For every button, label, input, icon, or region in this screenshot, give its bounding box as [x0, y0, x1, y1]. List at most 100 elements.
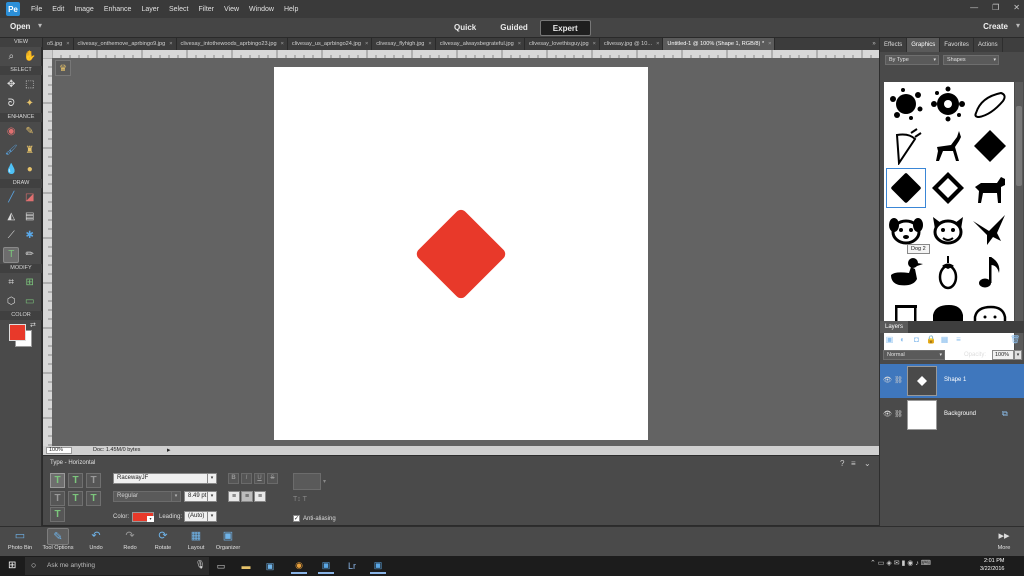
close-icon[interactable]: ×: [169, 38, 172, 50]
file-explorer-icon[interactable]: ▬: [238, 558, 254, 574]
shape-dog-1[interactable]: [970, 168, 1010, 208]
shape-dog-face-2[interactable]: [928, 210, 968, 250]
mode-tab-quick[interactable]: Quick: [442, 20, 488, 36]
visibility-eye-icon[interactable]: 👁: [883, 376, 892, 384]
chevron-down-icon[interactable]: ▾: [147, 516, 154, 522]
shape-duck[interactable]: [886, 252, 926, 292]
paint-bucket-tool-icon[interactable]: ◭: [3, 209, 19, 225]
bold-button[interactable]: B: [228, 473, 239, 484]
zoom-tool-icon[interactable]: ⌕: [3, 49, 19, 65]
doc-tab[interactable]: clivesay_us_aprbingo24.jpg ×: [288, 38, 373, 50]
align-right-icon[interactable]: ≡: [254, 491, 266, 502]
link-icon[interactable]: ⛓: [894, 410, 903, 418]
chevron-down-icon[interactable]: ▾: [38, 21, 42, 30]
doc-tab-active[interactable]: Untitled-1 @ 100% (Shape 1, RGB/8) * ×: [663, 38, 776, 50]
foreground-color-swatch[interactable]: [9, 324, 26, 341]
vertical-type-icon[interactable]: T: [68, 473, 83, 488]
recompose-tool-icon[interactable]: ⊞: [22, 275, 38, 291]
text-on-shape-icon[interactable]: T: [86, 491, 101, 506]
shape-ink-splat-1[interactable]: [886, 84, 926, 124]
align-left-icon[interactable]: ≡: [228, 491, 240, 502]
menu-window[interactable]: Window: [244, 6, 279, 13]
layer-lock-icon[interactable]: ⧉: [1002, 409, 1008, 419]
anti-aliasing-checkbox[interactable]: ✓: [293, 515, 300, 522]
red-eye-tool-icon[interactable]: ◉: [3, 124, 19, 140]
move-tool-icon[interactable]: ✥: [3, 77, 19, 93]
magic-wand-tool-icon[interactable]: ✦: [22, 96, 38, 112]
straighten-tool-icon[interactable]: ▭: [22, 294, 38, 310]
zoom-field[interactable]: 100%: [46, 447, 72, 454]
taskbar-search-box[interactable]: ○ Ask me anything 🎙: [25, 557, 209, 575]
store-icon[interactable]: ▣: [262, 558, 278, 574]
custom-shape-tool-icon[interactable]: ✱: [22, 228, 38, 244]
blur-tool-icon[interactable]: 💧: [3, 162, 19, 178]
eyedropper-tool-icon[interactable]: ⟋: [3, 228, 19, 244]
shape-diamond-outline[interactable]: [928, 168, 968, 208]
new-layer-icon[interactable]: ▣: [885, 335, 894, 344]
windows-start-icon[interactable]: ⊞: [8, 560, 16, 571]
task-view-icon[interactable]: ▭: [213, 558, 229, 574]
doc-tab[interactable]: clivesay_lovethisguy.jpg ×: [525, 38, 600, 50]
gradient-tool-icon[interactable]: ▤: [22, 209, 38, 225]
document-canvas[interactable]: [274, 67, 648, 440]
align-center-icon[interactable]: ≡: [241, 491, 253, 502]
doc-tab[interactable]: clivesay.jpg @ 10... ×: [600, 38, 664, 50]
chevron-down-icon[interactable]: ▾: [1014, 350, 1022, 360]
visibility-eye-icon[interactable]: 👁: [883, 410, 892, 418]
shape-eggplant[interactable]: [928, 252, 968, 292]
close-icon[interactable]: ×: [281, 38, 284, 50]
collapse-icon[interactable]: ⌄: [864, 459, 871, 468]
options-menu-icon[interactable]: ≡: [851, 459, 856, 468]
clone-stamp-tool-icon[interactable]: ♜: [22, 143, 38, 159]
smart-brush-tool-icon[interactable]: 🖌: [3, 143, 19, 159]
layer-row-background[interactable]: 👁 ⛓ Background ⧉: [880, 398, 1024, 432]
vertical-type-mask-icon[interactable]: T: [50, 491, 65, 506]
italic-button[interactable]: I: [241, 473, 252, 484]
text-on-selection-icon[interactable]: T: [68, 491, 83, 506]
doc-tab[interactable]: o5.jpg ×: [43, 38, 74, 50]
photo-bin-button[interactable]: ▭ Photo Bin: [0, 528, 40, 556]
filter-by-select[interactable]: By Type ▾: [885, 55, 939, 65]
menu-enhance[interactable]: Enhance: [99, 6, 137, 13]
menu-select[interactable]: Select: [164, 6, 193, 13]
adjustment-layer-icon[interactable]: ◐: [898, 335, 907, 344]
marquee-tool-icon[interactable]: ⬚: [22, 77, 38, 93]
menu-view[interactable]: View: [219, 6, 244, 13]
doc-tab[interactable]: clivesay_onthemove_aprbingo9.jpg ×: [74, 38, 177, 50]
lock-icon[interactable]: 🔒: [926, 335, 936, 344]
close-icon[interactable]: ×: [593, 38, 596, 50]
shape-diamond-rounded[interactable]: [886, 168, 926, 208]
lasso-tool-icon[interactable]: ᘐ: [3, 96, 19, 112]
blend-mode-select[interactable]: Normal ▾: [883, 350, 945, 360]
menu-image[interactable]: Image: [69, 6, 98, 13]
layer-menu-icon[interactable]: ≡: [954, 335, 963, 344]
menu-help[interactable]: Help: [279, 6, 303, 13]
text-warp-swatch[interactable]: [293, 473, 321, 490]
tab-layers[interactable]: Layers: [880, 321, 909, 333]
font-size-field[interactable]: 8.49 pt ▾: [184, 491, 217, 502]
chevron-down-icon[interactable]: ▾: [323, 478, 326, 485]
lock-transparency-icon[interactable]: ▦: [940, 335, 949, 344]
shape-diamond-solid[interactable]: [970, 126, 1010, 166]
swap-colors-icon[interactable]: ⇄: [30, 321, 36, 329]
horizontal-type-mask-icon[interactable]: T: [86, 473, 101, 488]
close-icon[interactable]: ×: [656, 38, 659, 50]
tab-graphics[interactable]: Graphics: [907, 38, 941, 52]
layer-row-shape-1[interactable]: 👁 ⛓ Shape 1: [880, 364, 1024, 398]
leading-field[interactable]: (Auto) ▾: [184, 511, 217, 522]
elements-editor-icon[interactable]: ▣: [370, 558, 386, 574]
maximize-icon[interactable]: ❐: [992, 3, 999, 12]
mode-tab-expert[interactable]: Expert: [539, 20, 591, 36]
shape-carrot[interactable]: [886, 126, 926, 166]
brush-tool-icon[interactable]: ╱: [3, 190, 19, 206]
pencil-tool-icon[interactable]: ✏: [22, 247, 38, 263]
organizer-button[interactable]: ▣ Organizer: [208, 528, 248, 556]
opacity-field[interactable]: 100%: [992, 350, 1014, 360]
close-icon[interactable]: ×: [66, 38, 69, 50]
underline-button[interactable]: U: [254, 473, 265, 484]
font-family-select[interactable]: RacewayJF ▾: [113, 473, 217, 484]
graphics-scrollbar-thumb[interactable]: [1016, 106, 1022, 186]
status-menu-icon[interactable]: ▸: [167, 446, 171, 454]
doc-tab[interactable]: clivesay_flyhigh.jpg ×: [372, 38, 436, 50]
sponge-tool-icon[interactable]: ●: [22, 162, 38, 178]
